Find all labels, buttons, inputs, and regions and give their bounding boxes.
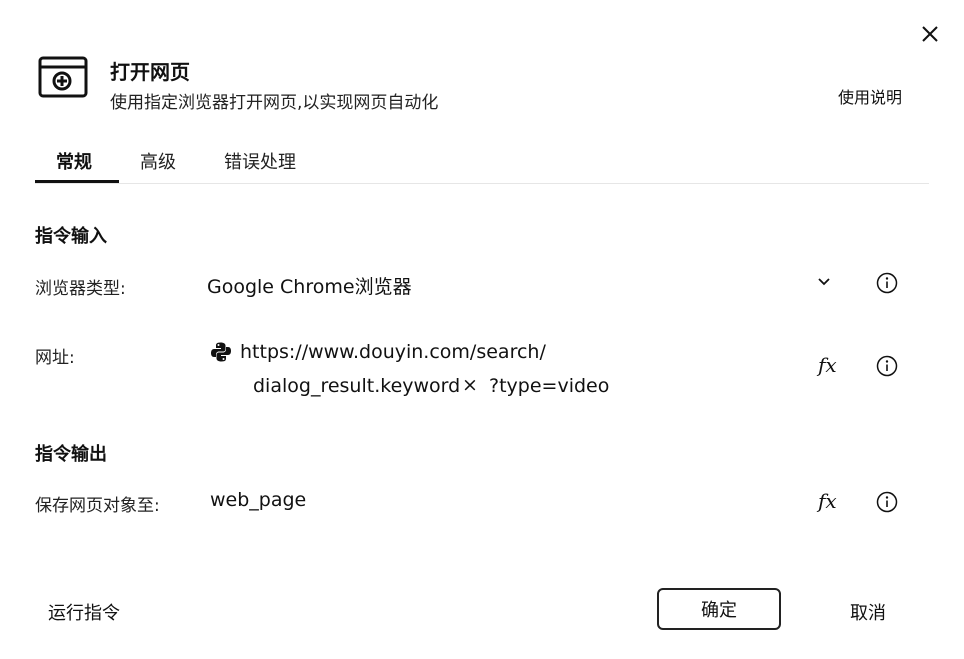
fx-icon[interactable]: fx — [818, 489, 837, 513]
info-icon[interactable] — [876, 491, 898, 513]
cancel-button[interactable]: 取消 — [850, 599, 886, 625]
save-to-label: 保存网页对象至: — [35, 496, 160, 516]
tab-advanced[interactable]: 高级 — [140, 148, 176, 182]
close-icon — [922, 26, 938, 42]
fx-icon[interactable]: fx — [818, 353, 837, 377]
save-to-input[interactable]: web_page — [210, 489, 306, 511]
ok-button[interactable]: 确定 — [657, 588, 781, 630]
help-link[interactable]: 使用说明 — [838, 84, 902, 108]
dialog-title: 打开网页 — [110, 60, 190, 84]
tab-general[interactable]: 常规 — [56, 148, 92, 182]
url-text-part1[interactable]: https://www.douyin.com/search/ — [240, 341, 546, 363]
browser-window-add-icon — [38, 56, 88, 98]
browser-type-select[interactable]: Google Chrome浏览器 — [196, 266, 852, 302]
tab-error-handling[interactable]: 错误处理 — [224, 148, 296, 182]
browser-type-label: 浏览器类型: — [35, 279, 126, 299]
output-section-heading: 指令输出 — [35, 444, 107, 465]
close-button[interactable] — [914, 18, 946, 50]
browser-type-value: Google Chrome浏览器 — [207, 276, 412, 298]
remove-variable-button[interactable]: × — [462, 374, 478, 396]
url-text-part2[interactable]: ?type=video — [489, 375, 609, 397]
run-command-button[interactable]: 运行指令 — [48, 599, 120, 625]
info-icon[interactable] — [876, 355, 898, 377]
python-icon — [211, 342, 231, 362]
info-icon[interactable] — [876, 272, 898, 294]
input-section-heading: 指令输入 — [35, 226, 107, 247]
chevron-down-icon — [818, 278, 830, 286]
url-label: 网址: — [35, 348, 75, 368]
url-variable-chip[interactable]: dialog_result.keyword — [253, 375, 460, 397]
dialog-subtitle: 使用指定浏览器打开网页,以实现网页自动化 — [110, 93, 439, 113]
tabs-divider — [35, 183, 929, 184]
ok-button-label: 确定 — [701, 600, 737, 621]
